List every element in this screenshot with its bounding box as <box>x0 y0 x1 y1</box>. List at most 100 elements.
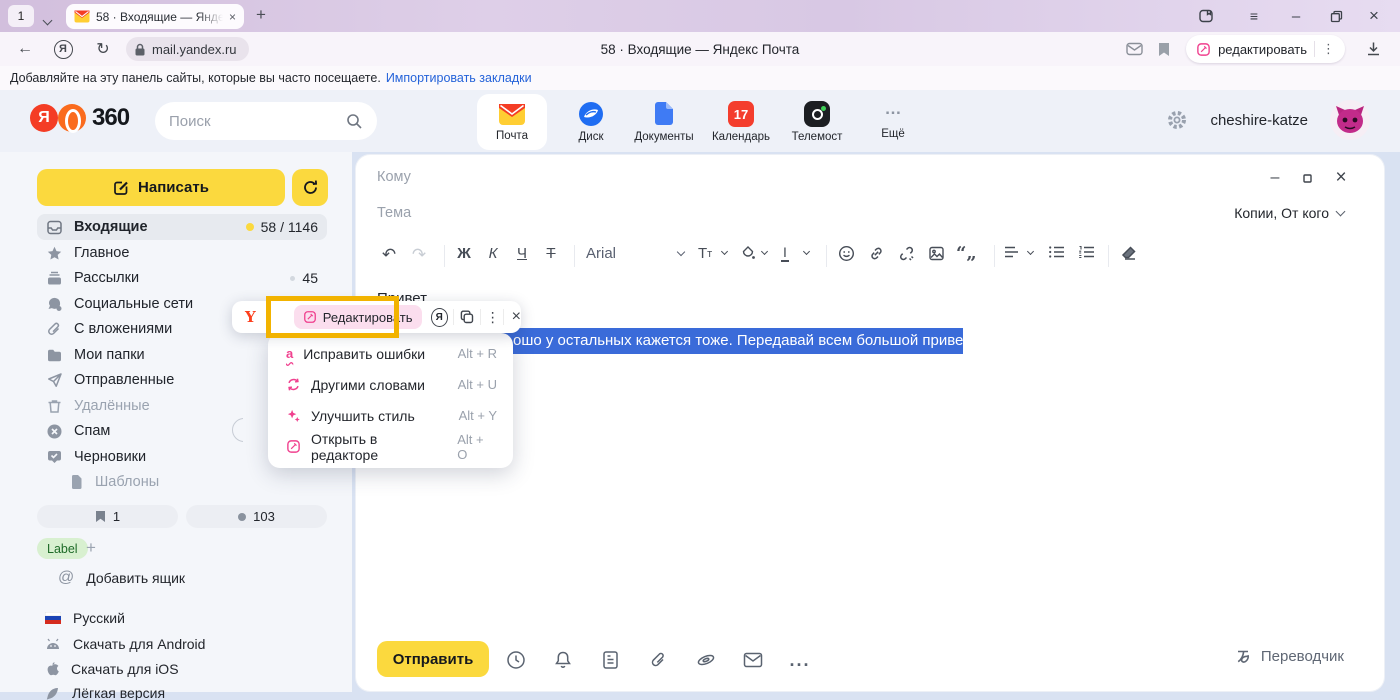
copy-icon[interactable] <box>459 309 475 325</box>
search-icon <box>346 113 363 130</box>
yandex-search-icon[interactable]: Я <box>431 308 448 327</box>
label-tag[interactable]: Label <box>37 538 88 559</box>
emoji-icon[interactable] <box>838 245 855 262</box>
yandex-y-icon[interactable]: Y <box>245 308 256 326</box>
schedule-clock-icon[interactable] <box>505 649 527 671</box>
add-mailbox[interactable]: @ Добавить ящик <box>58 567 185 589</box>
font-family-select[interactable]: Arial <box>586 245 616 262</box>
menu-item-rephrase[interactable]: Другими словами Alt + U <box>268 369 513 400</box>
service-telemost[interactable]: Телемост <box>782 94 852 150</box>
yandex-360-logo[interactable]: Я 360 <box>30 104 129 132</box>
attach-from-disk-icon[interactable] <box>695 649 717 671</box>
browser-menu-icon[interactable]: ≡ <box>1236 0 1272 32</box>
folder-label: Спам <box>74 423 110 439</box>
subject-field[interactable]: Тема <box>377 205 411 221</box>
service-disk[interactable]: Диск <box>556 94 626 150</box>
folder-label: Удалённые <box>74 398 150 414</box>
notify-bell-icon[interactable] <box>552 649 574 671</box>
underline-button[interactable]: Ч <box>510 245 534 262</box>
avatar[interactable] <box>1330 100 1370 140</box>
download-ios-link[interactable]: Скачать для iOS <box>45 658 179 680</box>
mail-notify-icon[interactable] <box>1120 32 1148 66</box>
import-bookmarks-link[interactable]: Импортировать закладки <box>386 71 532 85</box>
active-tab[interactable]: 58 · Входящие — Яндек × <box>66 4 244 29</box>
popup-close-icon[interactable]: × <box>512 308 521 326</box>
menu-item-fix-errors[interactable]: a Исправить ошибки Alt + R <box>268 338 513 369</box>
compose-maximize-button[interactable] <box>1294 167 1320 189</box>
highlight-color-button[interactable] <box>740 245 756 261</box>
font-size-chevron-icon[interactable] <box>722 249 727 254</box>
highlight-chevron-icon[interactable] <box>762 249 767 254</box>
neuro-edit-extension-button[interactable]: редактировать ⋮ <box>1186 35 1345 63</box>
add-label-icon[interactable]: + <box>86 538 96 558</box>
text-color-button[interactable]: I <box>781 245 789 262</box>
strikethrough-button[interactable]: Т <box>539 245 563 262</box>
sidebar-item-inbox[interactable]: Входящие 58 / 1146 <box>37 214 327 240</box>
send-button[interactable]: Отправить <box>377 641 489 677</box>
side-panel-icon[interactable] <box>1188 0 1224 32</box>
sidebar-item-mailings[interactable]: Рассылки 45 <box>37 265 327 291</box>
sidebar-item-main[interactable]: Главное <box>37 240 327 266</box>
bullet-list-icon[interactable] <box>1048 245 1065 259</box>
service-docs[interactable]: Документы <box>629 94 699 150</box>
numbered-list-icon[interactable] <box>1078 245 1095 259</box>
unread-pill[interactable]: 103 <box>186 505 327 528</box>
search-input[interactable]: Поиск <box>155 102 377 140</box>
neuro-edit-button[interactable]: Редактировать <box>294 305 422 329</box>
attach-file-icon[interactable] <box>647 649 669 671</box>
to-field[interactable]: Кому <box>377 169 411 185</box>
insert-image-icon[interactable] <box>928 245 945 262</box>
back-button[interactable]: ← <box>10 32 40 66</box>
new-tab-button[interactable]: + <box>256 5 266 25</box>
more-options-icon[interactable]: ... <box>789 649 811 671</box>
link-icon[interactable] <box>868 245 885 262</box>
window-restore-button[interactable] <box>1318 0 1354 32</box>
service-more[interactable]: … Ещё <box>858 94 928 150</box>
tab-close-icon[interactable]: × <box>229 10 236 24</box>
font-size-button[interactable]: Tт <box>698 245 712 262</box>
refresh-mail-button[interactable] <box>292 169 328 206</box>
url-field[interactable]: mail.yandex.ru <box>126 37 249 61</box>
compose-button[interactable]: Написать <box>37 169 285 206</box>
menu-item-improve-style[interactable]: Улучшить стиль Alt + Y <box>268 400 513 431</box>
tabs-chevron-down-icon[interactable] <box>44 11 51 29</box>
translator-button[interactable]: Переводчик <box>1234 647 1344 666</box>
service-calendar[interactable]: 17 Календарь <box>706 94 776 150</box>
refresh-button[interactable]: ↻ <box>88 32 118 66</box>
copies-from-toggle[interactable]: Копии, От кого <box>1234 205 1344 221</box>
font-chevron-icon[interactable] <box>678 249 684 255</box>
bold-button[interactable]: Ж <box>452 245 476 262</box>
bookmarked-pill[interactable]: 1 <box>37 505 178 528</box>
compose-minimize-button[interactable]: – <box>1262 167 1288 189</box>
align-icon[interactable] <box>1004 245 1020 259</box>
tab-counter[interactable]: 1 <box>8 5 34 27</box>
settings-gear-icon[interactable] <box>1166 109 1188 131</box>
window-close-button[interactable]: × <box>1356 0 1392 32</box>
eraser-icon[interactable] <box>1120 245 1137 261</box>
align-chevron-icon[interactable] <box>1028 249 1033 254</box>
template-note-icon[interactable] <box>599 649 621 671</box>
popup-more-icon[interactable]: ⋮ <box>486 309 498 326</box>
compose-close-button[interactable]: × <box>1328 167 1354 189</box>
unlink-icon[interactable] <box>898 245 915 262</box>
sidebar-item-templates[interactable]: Шаблоны <box>37 469 327 495</box>
window-minimize-button[interactable]: – <box>1278 0 1314 32</box>
language-select[interactable]: Русский <box>45 607 125 629</box>
quote-icon[interactable]: “„ <box>956 243 977 264</box>
service-mail[interactable]: Почта <box>477 94 547 150</box>
folder-label: Черновики <box>74 449 146 465</box>
extension-more-icon[interactable]: ⋮ <box>1322 41 1335 57</box>
feather-icon <box>45 686 60 700</box>
attach-from-mail-icon[interactable] <box>742 649 764 671</box>
redo-icon[interactable]: ↷ <box>407 245 431 265</box>
italic-button[interactable]: К <box>481 245 505 262</box>
light-version-link[interactable]: Лёгкая версия <box>45 682 165 700</box>
download-android-link[interactable]: Скачать для Android <box>45 633 205 655</box>
menu-item-open-in-editor[interactable]: Открыть в редакторе Alt + O <box>268 431 513 462</box>
yandex-browser-icon[interactable]: Я <box>48 32 78 66</box>
downloads-icon[interactable] <box>1358 32 1388 66</box>
text-color-chevron-icon[interactable] <box>804 249 809 254</box>
undo-icon[interactable]: ↶ <box>377 245 401 265</box>
bookmark-icon[interactable] <box>1150 32 1178 66</box>
username[interactable]: cheshire-katze <box>1210 112 1308 129</box>
